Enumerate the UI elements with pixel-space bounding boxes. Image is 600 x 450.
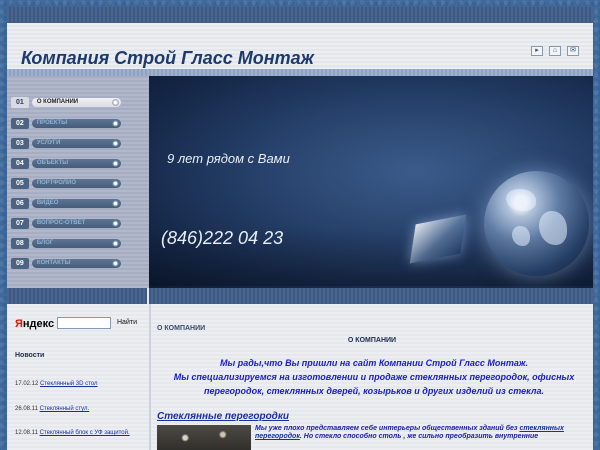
nav-item-faq[interactable]: 07 ВОПРОС-ОТВЕТ (11, 218, 121, 229)
nav-label-bar[interactable]: БЛОГ (31, 239, 121, 248)
bullet-icon (112, 160, 119, 167)
nav-label-bar[interactable]: О КОМПАНИИ (31, 98, 121, 107)
bullet-icon (112, 99, 119, 106)
globe-continent (506, 189, 536, 211)
nav-item-video[interactable]: 06 ВИДЕО (11, 198, 121, 209)
nav-label: ВИДЕО (36, 200, 59, 206)
yandex-logo[interactable]: Яндекс (15, 318, 54, 330)
welcome-text: Мы рады,что Вы пришли на сайт Компании С… (165, 356, 583, 398)
nav-number: 08 (11, 238, 29, 249)
yandex-logo-rest: ндекс (22, 318, 55, 330)
mail-icon[interactable]: ✉ (567, 46, 579, 56)
nav-number: 01 (11, 97, 29, 108)
news-date: 17.02.12 (15, 381, 39, 387)
breadcrumb: О КОМПАНИИ (157, 325, 206, 332)
bullet-icon (112, 240, 119, 247)
main-content: О КОМПАНИИ О КОМПАНИИ Мы рады,что Вы при… (151, 304, 593, 450)
nav-item-blog[interactable]: 08 БЛОГ (11, 238, 121, 249)
nav-number: 09 (11, 258, 29, 269)
section-description: Мы уже плохо представляем себе интерьеры… (255, 425, 585, 441)
nav-label-bar[interactable]: УСЛУГИ (31, 139, 121, 148)
news-link[interactable]: Стеклянный стул. (40, 406, 90, 412)
nav-number: 02 (11, 118, 29, 129)
nav-item-about[interactable]: 01 О КОМПАНИИ (11, 97, 121, 108)
bullet-icon (112, 120, 119, 127)
nav-label-bar[interactable]: ОБЪЕКТЫ (31, 159, 121, 168)
nav-label-bar[interactable]: ПРОЕКТЫ (31, 119, 121, 128)
news-item: 17.02.12 Стеклянный 3D стол (15, 381, 143, 388)
header-icons: ▸ ⌂ ✉ (531, 46, 579, 56)
globe-continent (512, 226, 530, 246)
nav-label: УСЛУГИ (36, 140, 61, 146)
news-date: 26.08.11 (15, 406, 38, 412)
bullet-icon (112, 200, 119, 207)
nav-item-objects[interactable]: 04 ОБЪЕКТЫ (11, 158, 121, 169)
nav-label: КОНТАКТЫ (36, 260, 71, 266)
nav-label: О КОМПАНИИ (36, 99, 79, 105)
search-input[interactable] (57, 317, 111, 329)
left-sidebar: Яндекс Найти Новости 17.02.12 Стеклянный… (7, 304, 149, 450)
content-separator (7, 288, 593, 304)
bullet-icon (112, 260, 119, 267)
nav-number: 06 (11, 198, 29, 209)
nav-label: ОБЪЕКТЫ (36, 160, 69, 166)
desc-text: . Но стекло способно столь , же сильно п… (299, 433, 539, 440)
news-date: 12.08.11 (15, 430, 38, 436)
globe-continent (539, 211, 567, 245)
nav-number: 05 (11, 178, 29, 189)
nav-item-contacts[interactable]: 09 КОНТАКТЫ (11, 258, 121, 269)
bullet-icon (112, 140, 119, 147)
site-logo-title[interactable]: Компания Строй Гласс Монтаж (21, 48, 314, 69)
nav-label-bar[interactable]: КОНТАКТЫ (31, 259, 121, 268)
header-separator (7, 69, 593, 76)
home-icon[interactable]: ⌂ (549, 46, 561, 56)
nav-number: 03 (11, 138, 29, 149)
nav-number: 07 (11, 218, 29, 229)
welcome-line: Мы рады,что Вы пришли на сайт Компании С… (220, 358, 528, 368)
nav-label: ПОРТФОЛИО (36, 180, 76, 186)
nav-item-projects[interactable]: 02 ПРОЕКТЫ (11, 118, 121, 129)
page-title: О КОМПАНИИ (347, 337, 397, 344)
nav-label-bar[interactable]: ПОРТФОЛИО (31, 179, 121, 188)
glass-globe-image (484, 171, 589, 276)
nav-label: БЛОГ (36, 240, 54, 246)
nav-label-bar[interactable]: ВОПРОС-ОТВЕТ (31, 219, 121, 228)
section-link-glass-partitions[interactable]: Стеклянные перегородки (157, 411, 289, 422)
page-frame: Компания Строй Гласс Монтаж ▸ ⌂ ✉ 01 О К… (7, 7, 593, 450)
banner-phone: (846)222 04 23 (161, 228, 284, 248)
hero-banner: 9 лет рядом с Вами (846)222 04 23 (149, 76, 593, 288)
nav-item-portfolio[interactable]: 05 ПОРТФОЛИО (11, 178, 121, 189)
news-link[interactable]: Стеклянный 3D стол (40, 381, 97, 387)
news-item: 26.08.11 Стеклянный стул. (15, 406, 143, 413)
column-divider (147, 288, 149, 304)
news-link[interactable]: Стеклянный блок с УФ защитой. (40, 430, 130, 436)
banner-slogan: 9 лет рядом с Вами (167, 151, 290, 166)
bullet-icon (112, 180, 119, 187)
news-item: 12.08.11 Стеклянный блок с УФ защитой. (15, 430, 143, 437)
nav-label: ВОПРОС-ОТВЕТ (36, 220, 86, 226)
partition-photo[interactable] (157, 425, 251, 450)
yandex-logo-ya: Я (15, 318, 23, 330)
search-button[interactable]: Найти (117, 319, 137, 326)
nav-number: 04 (11, 158, 29, 169)
nav-label: ПРОЕКТЫ (36, 120, 68, 126)
main-nav: 01 О КОМПАНИИ 02 ПРОЕКТЫ 03 УСЛУГИ 04 ОБ… (7, 76, 149, 288)
nav-label-bar[interactable]: ВИДЕО (31, 199, 121, 208)
nav-item-services[interactable]: 03 УСЛУГИ (11, 138, 121, 149)
intro-text: Мы специализируемся на изготовлении и пр… (173, 372, 575, 396)
top-strip (7, 7, 593, 23)
sitemap-icon[interactable]: ▸ (531, 46, 543, 56)
desc-text: Мы уже плохо представляем себе интерьеры… (255, 425, 520, 432)
news-heading: Новости (15, 352, 45, 359)
bullet-icon (112, 220, 119, 227)
